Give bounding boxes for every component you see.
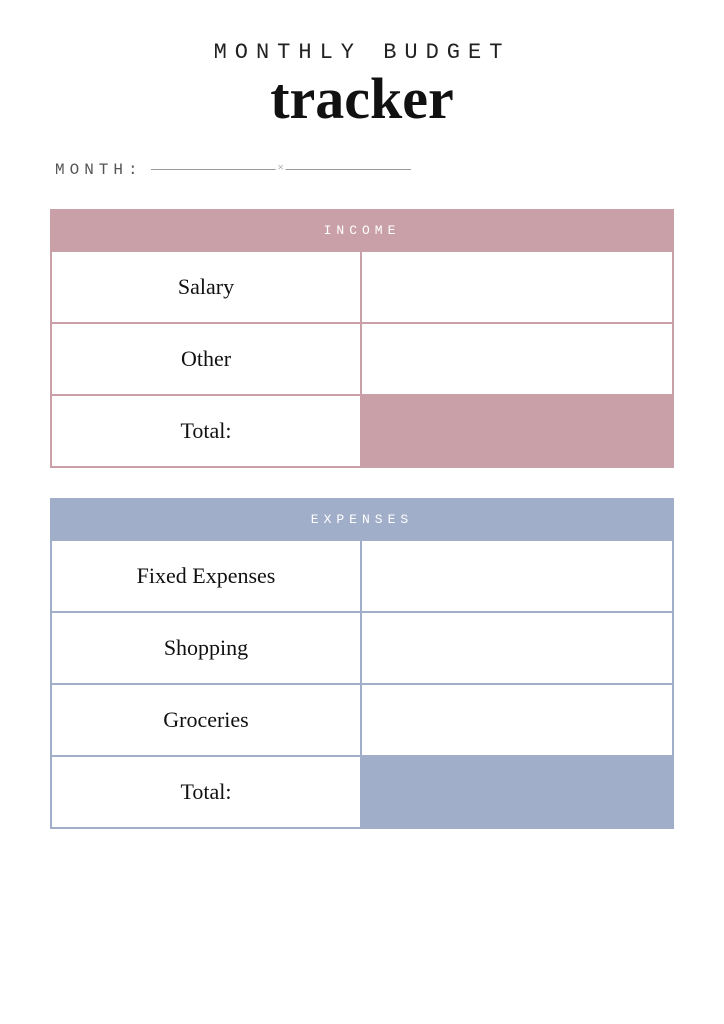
expenses-row-fixed: Fixed Expenses — [52, 539, 672, 611]
page-title-top: MONTHLY BUDGET — [214, 40, 511, 65]
expenses-groceries-value[interactable] — [362, 685, 672, 755]
expenses-header: EXPENSES — [52, 500, 672, 539]
income-other-value[interactable] — [362, 324, 672, 394]
expenses-total-label: Total: — [52, 757, 362, 827]
income-row-other: Other — [52, 322, 672, 394]
income-header: INCOME — [52, 211, 672, 250]
expenses-shopping-label: Shopping — [52, 613, 362, 683]
income-total-value[interactable] — [362, 396, 672, 466]
expenses-row-shopping: Shopping — [52, 611, 672, 683]
expenses-row-groceries: Groceries — [52, 683, 672, 755]
expenses-groceries-label: Groceries — [52, 685, 362, 755]
income-section: INCOME Salary Other Total: — [50, 209, 674, 468]
income-salary-value[interactable] — [362, 252, 672, 322]
income-salary-label: Salary — [52, 252, 362, 322]
month-row: MONTH: — [50, 161, 674, 179]
income-total-label: Total: — [52, 396, 362, 466]
month-label: MONTH: — [55, 161, 143, 179]
page-title-script: tracker — [270, 67, 454, 131]
expenses-row-total: Total: — [52, 755, 672, 827]
expenses-section: EXPENSES Fixed Expenses Shopping Groceri… — [50, 498, 674, 829]
income-other-label: Other — [52, 324, 362, 394]
expenses-fixed-label: Fixed Expenses — [52, 541, 362, 611]
month-line — [151, 169, 411, 170]
expenses-total-value[interactable] — [362, 757, 672, 827]
income-row-salary: Salary — [52, 250, 672, 322]
expenses-fixed-value[interactable] — [362, 541, 672, 611]
expenses-shopping-value[interactable] — [362, 613, 672, 683]
income-row-total: Total: — [52, 394, 672, 466]
